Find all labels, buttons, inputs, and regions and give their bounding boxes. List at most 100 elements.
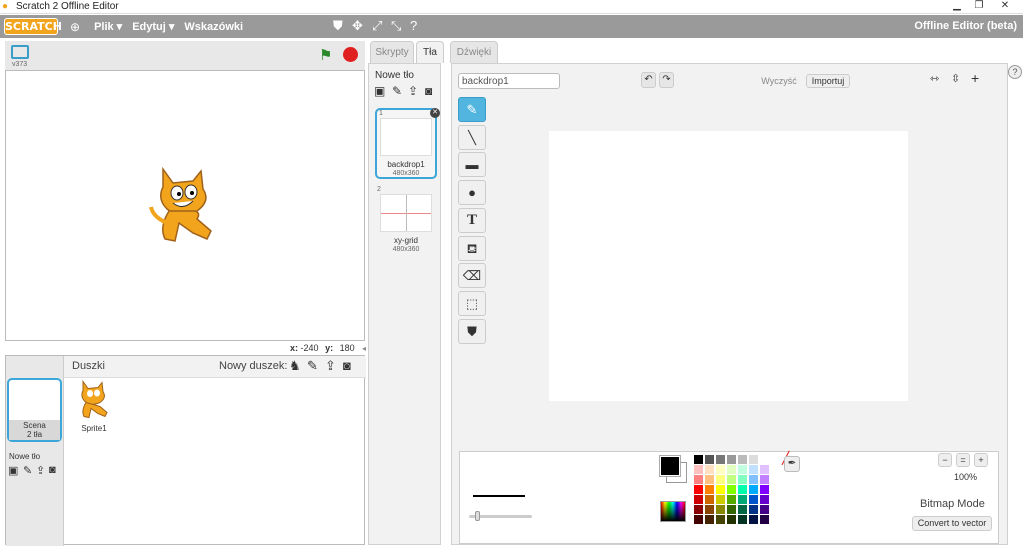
camera-sprite-icon[interactable]: ◙ <box>343 358 351 373</box>
color-swatch[interactable] <box>760 485 769 494</box>
menu-edit[interactable]: Edytuj ▾ <box>132 20 174 33</box>
flip-horizontal-icon[interactable]: ⇿ <box>930 72 939 85</box>
color-swatch[interactable] <box>705 495 714 504</box>
help-tips-icon[interactable]: ? <box>1008 65 1022 79</box>
color-swatch[interactable] <box>716 475 725 484</box>
color-swatch[interactable] <box>705 465 714 474</box>
color-swatch[interactable] <box>705 515 714 524</box>
tab-backdrops[interactable]: Tła <box>416 41 444 63</box>
color-swatch[interactable] <box>694 485 703 494</box>
stop-icon[interactable] <box>343 47 358 62</box>
clear-button[interactable]: Wyczyść <box>758 74 800 88</box>
color-swatch[interactable] <box>727 515 736 524</box>
color-swatch[interactable] <box>749 455 758 464</box>
eyedropper-icon[interactable]: ✒ <box>784 456 800 472</box>
color-swatch[interactable] <box>738 485 747 494</box>
restore-icon[interactable]: ❐ <box>967 0 991 13</box>
camera-backdrop-icon[interactable]: ◙ <box>49 464 56 476</box>
color-swatch[interactable] <box>738 515 747 524</box>
color-swatch[interactable] <box>694 455 703 464</box>
paint-backdrop-icon[interactable]: ✎ <box>392 84 402 98</box>
primary-color-swatch[interactable] <box>660 456 680 476</box>
color-swatch[interactable] <box>738 455 747 464</box>
color-swatch[interactable] <box>760 515 769 524</box>
line-width-slider[interactable] <box>469 511 532 521</box>
backdrop-item-selected[interactable]: 1 ✕ backdrop1 480x360 <box>375 108 440 179</box>
paint-new-sprite-icon[interactable]: ✎ <box>307 358 318 374</box>
move-tool-icon[interactable]: ✥ <box>352 18 363 34</box>
sprite-tile[interactable]: Sprite1 <box>70 380 118 436</box>
color-swatch[interactable] <box>694 515 703 524</box>
color-swatch[interactable] <box>716 505 725 514</box>
scene-thumbnail[interactable]: Scena 2 tła <box>7 378 62 442</box>
backdrop-name-field[interactable] <box>458 73 560 89</box>
delete-backdrop-icon[interactable]: ✕ <box>430 108 440 118</box>
undo-icon[interactable]: ↶ <box>641 72 656 88</box>
color-swatch[interactable] <box>694 505 703 514</box>
paint-canvas[interactable] <box>549 131 908 401</box>
color-swatch[interactable] <box>760 505 769 514</box>
tab-sounds[interactable]: Dźwięki <box>450 41 498 63</box>
color-swatch[interactable] <box>727 485 736 494</box>
color-swatch[interactable] <box>760 495 769 504</box>
color-swatch[interactable] <box>716 465 725 474</box>
color-swatch[interactable] <box>727 465 736 474</box>
color-swatch[interactable] <box>760 465 769 474</box>
color-swatch[interactable] <box>705 455 714 464</box>
fill-tool[interactable]: ⛾ <box>458 236 486 261</box>
sprite-cat-on-stage[interactable] <box>149 167 221 245</box>
fullscreen-icon[interactable] <box>11 45 29 59</box>
sprite-library-icon[interactable]: ♞ <box>289 358 301 374</box>
color-swatch[interactable] <box>705 475 714 484</box>
backdrop-library-icon[interactable]: ▣ <box>374 84 385 98</box>
stamp-tool-icon[interactable]: ⛊ <box>333 18 343 34</box>
color-swatch[interactable] <box>716 455 725 464</box>
stage[interactable] <box>5 70 365 341</box>
color-swatch[interactable] <box>760 455 769 464</box>
upload-backdrop-icon[interactable]: ⇪ <box>36 464 45 477</box>
zoom-in-icon[interactable]: + <box>974 453 988 467</box>
set-center-icon[interactable]: + <box>971 70 979 86</box>
color-swatch[interactable] <box>749 495 758 504</box>
tab-scripts[interactable]: Skrypty <box>370 41 414 63</box>
import-button[interactable]: Importuj <box>806 74 850 88</box>
close-window-icon[interactable]: ✕ <box>990 0 1020 13</box>
color-swatch[interactable] <box>749 465 758 474</box>
color-swatch[interactable] <box>749 475 758 484</box>
redo-icon[interactable]: ↷ <box>659 72 674 88</box>
globe-icon[interactable]: ⊕ <box>70 20 80 34</box>
text-tool[interactable]: T <box>458 208 486 233</box>
color-swatch[interactable] <box>738 475 747 484</box>
menu-file[interactable]: Plik ▾ <box>94 20 122 33</box>
color-picker-gradient[interactable] <box>660 501 686 522</box>
zoom-out-icon[interactable]: − <box>938 453 952 467</box>
paint-backdrop-library-icon[interactable]: ▣ <box>8 464 18 477</box>
color-swatch[interactable] <box>727 495 736 504</box>
slider-handle[interactable] <box>475 511 480 521</box>
color-swatch[interactable] <box>716 485 725 494</box>
brush-tool[interactable]: ✎ <box>458 97 486 122</box>
color-swatch[interactable] <box>738 495 747 504</box>
select-tool[interactable]: ⬚ <box>458 291 486 316</box>
color-swatch[interactable] <box>749 515 758 524</box>
rectangle-tool[interactable]: ▬ <box>458 152 486 177</box>
color-swatch[interactable] <box>716 495 725 504</box>
color-swatch[interactable] <box>749 505 758 514</box>
minimize-icon[interactable]: ▁ <box>945 0 969 13</box>
color-swatch[interactable] <box>749 485 758 494</box>
color-swatch-grid[interactable] <box>694 455 778 527</box>
stamp-tool[interactable]: ⛊ <box>458 319 486 344</box>
upload-backdrop-file-icon[interactable]: ⇪ <box>408 84 418 98</box>
line-tool[interactable]: ╲ <box>458 125 486 150</box>
backdrop-item[interactable]: 2 xy-grid 480x360 <box>375 184 437 255</box>
collapse-stage-icon[interactable]: ◂ <box>362 344 366 353</box>
flip-vertical-icon[interactable]: ⇳ <box>951 72 960 85</box>
ellipse-tool[interactable]: ● <box>458 180 486 205</box>
grow-icon[interactable]: ⤢ <box>372 18 382 34</box>
color-swatch[interactable] <box>716 515 725 524</box>
color-swatch[interactable] <box>738 465 747 474</box>
color-swatch[interactable] <box>694 465 703 474</box>
color-swatch[interactable] <box>694 475 703 484</box>
color-swatch[interactable] <box>705 505 714 514</box>
color-swatch[interactable] <box>727 505 736 514</box>
